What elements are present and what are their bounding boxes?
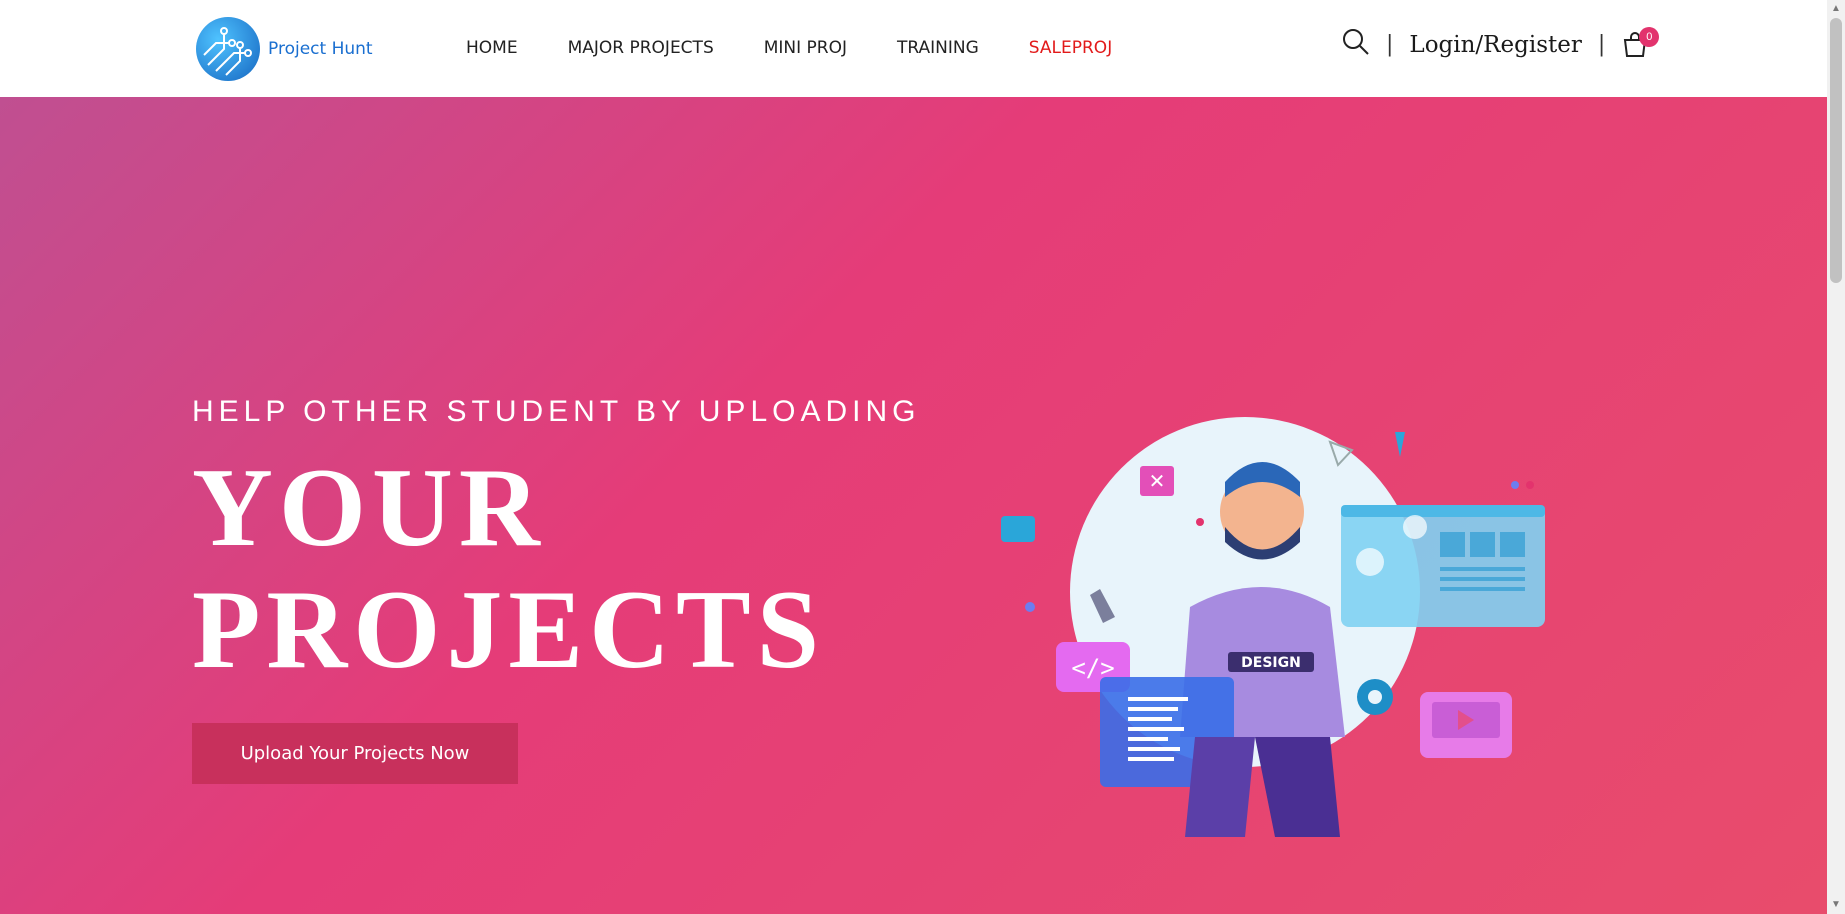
search-icon[interactable] (1342, 28, 1370, 61)
hero-kicker: HELP OTHER STUDENT BY UPLOADING (192, 395, 921, 428)
top-navbar: Project Hunt HOME MAJOR PROJECTS MINI PR… (0, 0, 1827, 98)
design-shirt-badge: DESIGN (1241, 655, 1301, 671)
hero-headline: YOUR PROJECTS (192, 447, 825, 691)
login-register-link[interactable]: Login/Register (1409, 32, 1581, 58)
scrollbar-thumb[interactable] (1830, 18, 1842, 283)
scroll-down-icon[interactable]: ▼ (1830, 899, 1842, 911)
brand-logo[interactable]: Project Hunt (196, 17, 373, 81)
nav-item-training[interactable]: TRAINING (897, 38, 979, 58)
circuit-logo-icon (196, 17, 260, 81)
nav-item-saleproj[interactable]: SALEPROJ (1029, 38, 1112, 58)
page-scrollbar[interactable]: ▲ ▼ (1827, 0, 1845, 914)
scroll-up-icon[interactable]: ▲ (1830, 3, 1842, 15)
designer-illustration: ✕ </> DESIGN (1001, 417, 1545, 837)
nav-item-major-projects[interactable]: MAJOR PROJECTS (568, 38, 714, 58)
upload-projects-button[interactable]: Upload Your Projects Now (192, 723, 518, 784)
headline-line-1: YOUR (192, 446, 546, 570)
header-tools: | Login/Register | 0 (1342, 26, 1660, 61)
nav-item-home[interactable]: HOME (466, 38, 518, 58)
svg-text:✕: ✕ (1149, 469, 1166, 493)
divider: | (1386, 32, 1394, 57)
main-nav: HOME MAJOR PROJECTS MINI PROJ TRAINING S… (466, 38, 1162, 58)
hero-banner: HELP OTHER STUDENT BY UPLOADING YOUR PRO… (0, 97, 1827, 914)
cart-count-badge: 0 (1639, 26, 1660, 47)
divider: | (1597, 32, 1606, 57)
headline-line-2: PROJECTS (192, 568, 825, 692)
cart-button[interactable]: 0 (1621, 26, 1660, 60)
brand-name: Project Hunt (268, 39, 373, 59)
nav-item-mini-proj[interactable]: MINI PROJ (764, 38, 847, 58)
